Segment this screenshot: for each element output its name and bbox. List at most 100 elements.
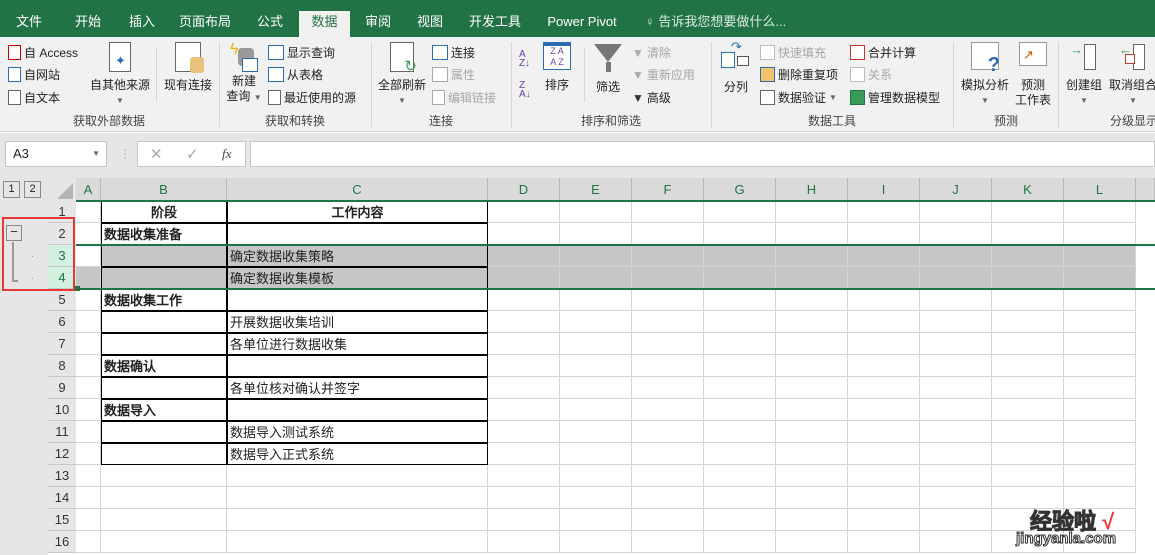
cell-L6[interactable] bbox=[1064, 311, 1136, 333]
tab-review[interactable]: 审阅 bbox=[356, 11, 400, 37]
cell-K7[interactable] bbox=[992, 333, 1064, 355]
cell-G8[interactable] bbox=[704, 355, 776, 377]
cell-E8[interactable] bbox=[560, 355, 632, 377]
data-validation-button[interactable]: 数据验证 ▼ bbox=[760, 89, 837, 106]
cell-E6[interactable] bbox=[560, 311, 632, 333]
cell-A1[interactable] bbox=[76, 201, 101, 223]
cell-C7[interactable]: 各单位进行数据收集 bbox=[227, 333, 488, 355]
cell-B15[interactable] bbox=[101, 509, 227, 531]
tab-page-layout[interactable]: 页面布局 bbox=[172, 11, 238, 37]
cell-H1[interactable] bbox=[776, 201, 848, 223]
new-query-button[interactable]: ϟ 新建 查询 ▼ bbox=[224, 42, 264, 105]
tab-file[interactable]: 文件 bbox=[8, 11, 50, 37]
cell-H6[interactable] bbox=[776, 311, 848, 333]
from-other-sources-button[interactable]: ✦ 自其他来源 ▼ bbox=[88, 42, 152, 108]
cell-G7[interactable] bbox=[704, 333, 776, 355]
cell-D1[interactable] bbox=[488, 201, 560, 223]
cell-E5[interactable] bbox=[560, 289, 632, 311]
cell-K6[interactable] bbox=[992, 311, 1064, 333]
cell-C9[interactable]: 各单位核对确认并签字 bbox=[227, 377, 488, 399]
cell-F5[interactable] bbox=[632, 289, 704, 311]
cell-D4[interactable] bbox=[488, 267, 560, 289]
cell-I1[interactable] bbox=[848, 201, 920, 223]
cell-F13[interactable] bbox=[632, 465, 704, 487]
cell-J14[interactable] bbox=[920, 487, 992, 509]
cell-F2[interactable] bbox=[632, 223, 704, 245]
connections-button[interactable]: 连接 bbox=[432, 44, 475, 61]
cell-I10[interactable] bbox=[848, 399, 920, 421]
cell-I2[interactable] bbox=[848, 223, 920, 245]
cell-C14[interactable] bbox=[227, 487, 488, 509]
name-box[interactable]: A3 ▼ bbox=[5, 141, 107, 167]
cell-J6[interactable] bbox=[920, 311, 992, 333]
cell-H15[interactable] bbox=[776, 509, 848, 531]
outline-level-2-button[interactable]: 2 bbox=[24, 181, 41, 198]
cell-K13[interactable] bbox=[992, 465, 1064, 487]
cell-K3[interactable] bbox=[992, 245, 1064, 267]
cell-G14[interactable] bbox=[704, 487, 776, 509]
forecast-sheet-button[interactable]: ↗ 预测 工作表 bbox=[1013, 42, 1053, 108]
row-header-15[interactable]: 15 bbox=[48, 509, 76, 531]
text-to-columns-button[interactable]: ↷ 分列 bbox=[718, 39, 754, 95]
cell-D12[interactable] bbox=[488, 443, 560, 465]
cell-H8[interactable] bbox=[776, 355, 848, 377]
flash-fill-button[interactable]: 快速填充 bbox=[760, 44, 826, 61]
cell-L4[interactable] bbox=[1064, 267, 1136, 289]
cell-J15[interactable] bbox=[920, 509, 992, 531]
cell-F1[interactable] bbox=[632, 201, 704, 223]
cell-A5[interactable] bbox=[76, 289, 101, 311]
from-access-button[interactable]: 自 Access bbox=[8, 44, 78, 61]
cell-K4[interactable] bbox=[992, 267, 1064, 289]
cell-K5[interactable] bbox=[992, 289, 1064, 311]
group-button[interactable]: → 创建组 ▼ bbox=[1061, 42, 1107, 108]
relationships-button[interactable]: 关系 bbox=[850, 66, 892, 83]
cell-K9[interactable] bbox=[992, 377, 1064, 399]
cell-J8[interactable] bbox=[920, 355, 992, 377]
row-header-11[interactable]: 11 bbox=[48, 421, 76, 443]
cell-A15[interactable] bbox=[76, 509, 101, 531]
cell-A16[interactable] bbox=[76, 531, 101, 553]
cell-E4[interactable] bbox=[560, 267, 632, 289]
sort-a-z-button[interactable]: A Z↓ bbox=[519, 50, 530, 69]
cell-I4[interactable] bbox=[848, 267, 920, 289]
row-header-8[interactable]: 8 bbox=[48, 355, 76, 377]
cell-K10[interactable] bbox=[992, 399, 1064, 421]
cell-D5[interactable] bbox=[488, 289, 560, 311]
cell-D2[interactable] bbox=[488, 223, 560, 245]
cell-A11[interactable] bbox=[76, 421, 101, 443]
cell-L1[interactable] bbox=[1064, 201, 1136, 223]
tell-me-search[interactable]: ♀ 告诉我您想要做什么... bbox=[645, 11, 786, 33]
enter-check-icon[interactable]: ✓ bbox=[186, 145, 199, 163]
manage-data-model-button[interactable]: 管理数据模型 bbox=[850, 89, 940, 106]
cell-J16[interactable] bbox=[920, 531, 992, 553]
cell-J12[interactable] bbox=[920, 443, 992, 465]
cell-C1[interactable]: 工作内容 bbox=[227, 201, 488, 223]
fill-handle[interactable] bbox=[75, 286, 80, 291]
cell-G4[interactable] bbox=[704, 267, 776, 289]
cell-H2[interactable] bbox=[776, 223, 848, 245]
tab-formulas[interactable]: 公式 bbox=[248, 11, 292, 37]
cell-B14[interactable] bbox=[101, 487, 227, 509]
cell-F6[interactable] bbox=[632, 311, 704, 333]
column-header-G[interactable]: G bbox=[704, 178, 776, 201]
cell-E14[interactable] bbox=[560, 487, 632, 509]
cell-F10[interactable] bbox=[632, 399, 704, 421]
cell-E7[interactable] bbox=[560, 333, 632, 355]
formula-bar-grip-icon[interactable]: ⋮ bbox=[119, 147, 131, 161]
cell-J11[interactable] bbox=[920, 421, 992, 443]
cell-J4[interactable] bbox=[920, 267, 992, 289]
cell-F7[interactable] bbox=[632, 333, 704, 355]
cell-H12[interactable] bbox=[776, 443, 848, 465]
name-box-dropdown-icon[interactable]: ▼ bbox=[92, 142, 100, 166]
cell-B9[interactable] bbox=[101, 377, 227, 399]
cell-L13[interactable] bbox=[1064, 465, 1136, 487]
cell-L7[interactable] bbox=[1064, 333, 1136, 355]
cell-D7[interactable] bbox=[488, 333, 560, 355]
cell-J7[interactable] bbox=[920, 333, 992, 355]
cell-A12[interactable] bbox=[76, 443, 101, 465]
cell-K12[interactable] bbox=[992, 443, 1064, 465]
row-header-12[interactable]: 12 bbox=[48, 443, 76, 465]
cell-J1[interactable] bbox=[920, 201, 992, 223]
column-header-H[interactable]: H bbox=[776, 178, 848, 201]
row-header-14[interactable]: 14 bbox=[48, 487, 76, 509]
